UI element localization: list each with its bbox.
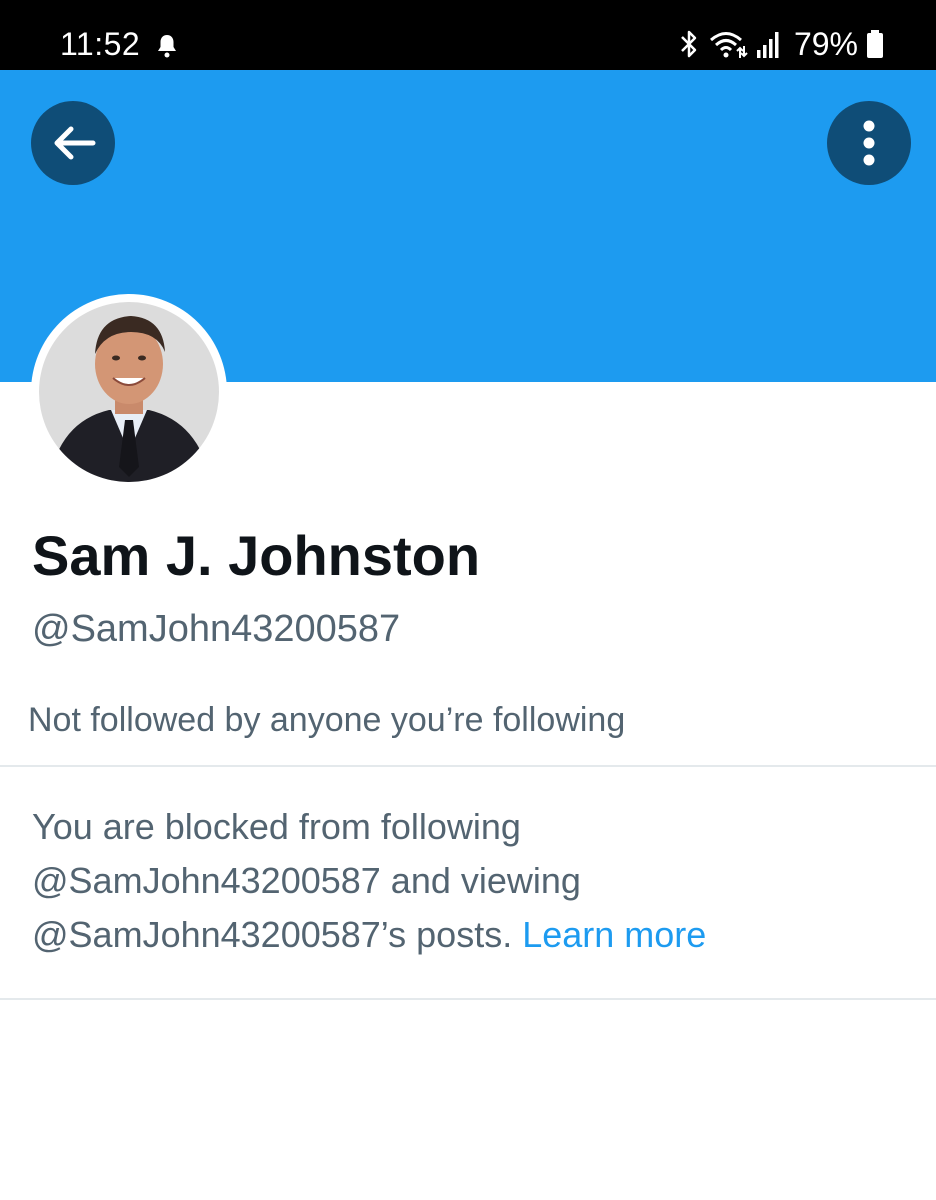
blocked-notice-line-1: You are blocked from following [32,806,521,847]
divider [0,998,936,1000]
arrow-left-icon [54,126,96,160]
notification-bell-icon [158,35,176,58]
battery-percentage: 79% [793,26,858,62]
divider [0,765,936,767]
more-vertical-icon [863,120,875,166]
avatar-photo [39,302,219,482]
status-icons: 79% [678,24,884,64]
battery-icon [867,30,883,58]
avatar[interactable] [31,294,227,490]
blocked-notice-line-3: @SamJohn43200587’s posts. [32,914,513,955]
more-options-button[interactable] [827,101,911,185]
bluetooth-icon [681,30,697,58]
cellular-signal-icon [756,32,779,58]
blocked-notice: You are blocked from following @SamJohn4… [32,800,912,962]
wifi-icon [709,32,748,58]
learn-more-link[interactable]: Learn more [522,914,706,955]
profile-name: Sam J. Johnston [32,524,481,587]
status-time: 11:52 [60,26,141,62]
followed-by-text: Not followed by anyone you’re following [28,701,626,739]
back-button[interactable] [31,101,115,185]
status-bar: 11:52 79% [0,0,936,70]
blocked-notice-line-2: @SamJohn43200587 and viewing [32,860,581,901]
profile-handle: @SamJohn43200587 [32,608,401,650]
